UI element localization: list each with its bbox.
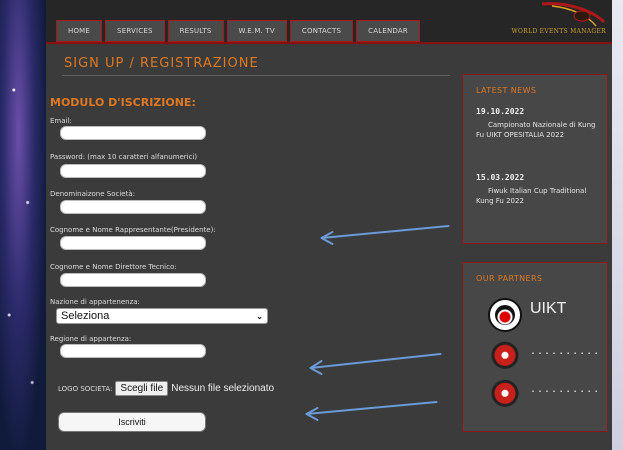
logo-upload-label: LOGO SOCIETA: bbox=[58, 384, 113, 393]
page-title: SIGN UP / REGISTRAZIONE bbox=[64, 56, 259, 71]
partner-logo-icon[interactable] bbox=[488, 378, 522, 412]
news-date: 15.03.2022 bbox=[476, 173, 525, 182]
email-label: Email: bbox=[50, 117, 72, 125]
nav-divider bbox=[46, 42, 612, 44]
region-field[interactable] bbox=[60, 344, 206, 358]
chevron-down-icon: ⌄ bbox=[256, 311, 263, 321]
nation-label: Nazione di appartenenza: bbox=[50, 298, 140, 306]
file-status-text: Nessun file selezionato bbox=[171, 383, 275, 394]
nav-services[interactable]: SERVICES bbox=[105, 20, 165, 42]
president-name-label: Cognome e Nome Rappresentante(Presidente… bbox=[50, 226, 216, 234]
partner-name[interactable]: .......... bbox=[530, 346, 600, 357]
starfield-background bbox=[0, 0, 46, 450]
uikt-logo-icon[interactable] bbox=[488, 298, 522, 332]
annotation-arrow bbox=[320, 225, 450, 239]
nation-select-value: Seleziona bbox=[61, 310, 110, 322]
nav-calendar[interactable]: CALENDAR bbox=[356, 20, 420, 42]
brand-logo-text: WORLD EVENTS MANAGER bbox=[511, 28, 606, 35]
news-item-text[interactable]: Campionato Nazionale di Kung Fu UIKT OPE… bbox=[476, 120, 600, 140]
annotation-arrow bbox=[305, 407, 319, 421]
password-field[interactable] bbox=[60, 164, 206, 178]
right-margin bbox=[612, 0, 623, 450]
latest-news-box bbox=[462, 74, 608, 244]
brand-logo[interactable] bbox=[512, 2, 608, 42]
top-navigation-bar: HOME SERVICES RESULTS W.E.M. TV CONTACTS… bbox=[46, 0, 612, 42]
technical-director-label: Cognome e Nome Direttore Tecnico: bbox=[50, 263, 177, 271]
latest-news-title: LATEST NEWS bbox=[476, 86, 537, 95]
partner-logo-icon[interactable] bbox=[488, 340, 522, 374]
technical-director-field[interactable] bbox=[60, 273, 206, 287]
email-field[interactable] bbox=[60, 126, 206, 140]
partner-name[interactable]: .......... bbox=[530, 384, 600, 395]
partners-title: OUR PARTNERS bbox=[476, 274, 543, 283]
company-name-field[interactable] bbox=[60, 200, 206, 214]
page-container: HOME SERVICES RESULTS W.E.M. TV CONTACTS… bbox=[46, 0, 612, 450]
president-name-field[interactable] bbox=[60, 236, 206, 250]
logo-upload-row: LOGO SOCIETA: Scegli file Nessun file se… bbox=[58, 381, 274, 396]
region-label: Regione di appartenza: bbox=[50, 335, 132, 343]
news-date: 19.10.2022 bbox=[476, 107, 525, 116]
nav-contacts[interactable]: CONTACTS bbox=[289, 20, 354, 42]
annotation-arrow bbox=[320, 231, 334, 245]
news-item-text[interactable]: Fiwuk Italian Cup Traditional Kung Fu 20… bbox=[476, 186, 600, 206]
submit-button[interactable]: Iscriviti bbox=[58, 412, 206, 432]
annotation-arrow bbox=[309, 353, 442, 369]
nav-results[interactable]: RESULTS bbox=[167, 20, 224, 42]
title-divider bbox=[62, 75, 450, 76]
form-title: MODULO D'ISCRIZIONE: bbox=[50, 96, 196, 109]
nav-wem-tv[interactable]: W.E.M. TV bbox=[226, 20, 287, 42]
annotation-arrow bbox=[309, 360, 323, 375]
main-nav: HOME SERVICES RESULTS W.E.M. TV CONTACTS… bbox=[56, 20, 420, 42]
nation-select[interactable]: Seleziona ⌄ bbox=[56, 308, 268, 324]
partner-name[interactable]: UIKT bbox=[530, 300, 566, 318]
password-label: Password: (max 10 caratteri alfanumerici… bbox=[50, 153, 198, 161]
company-name-label: Denominaizone Società: bbox=[50, 190, 135, 198]
annotation-arrow bbox=[305, 401, 438, 415]
choose-file-button[interactable]: Scegli file bbox=[115, 381, 169, 396]
nav-home[interactable]: HOME bbox=[56, 20, 103, 42]
